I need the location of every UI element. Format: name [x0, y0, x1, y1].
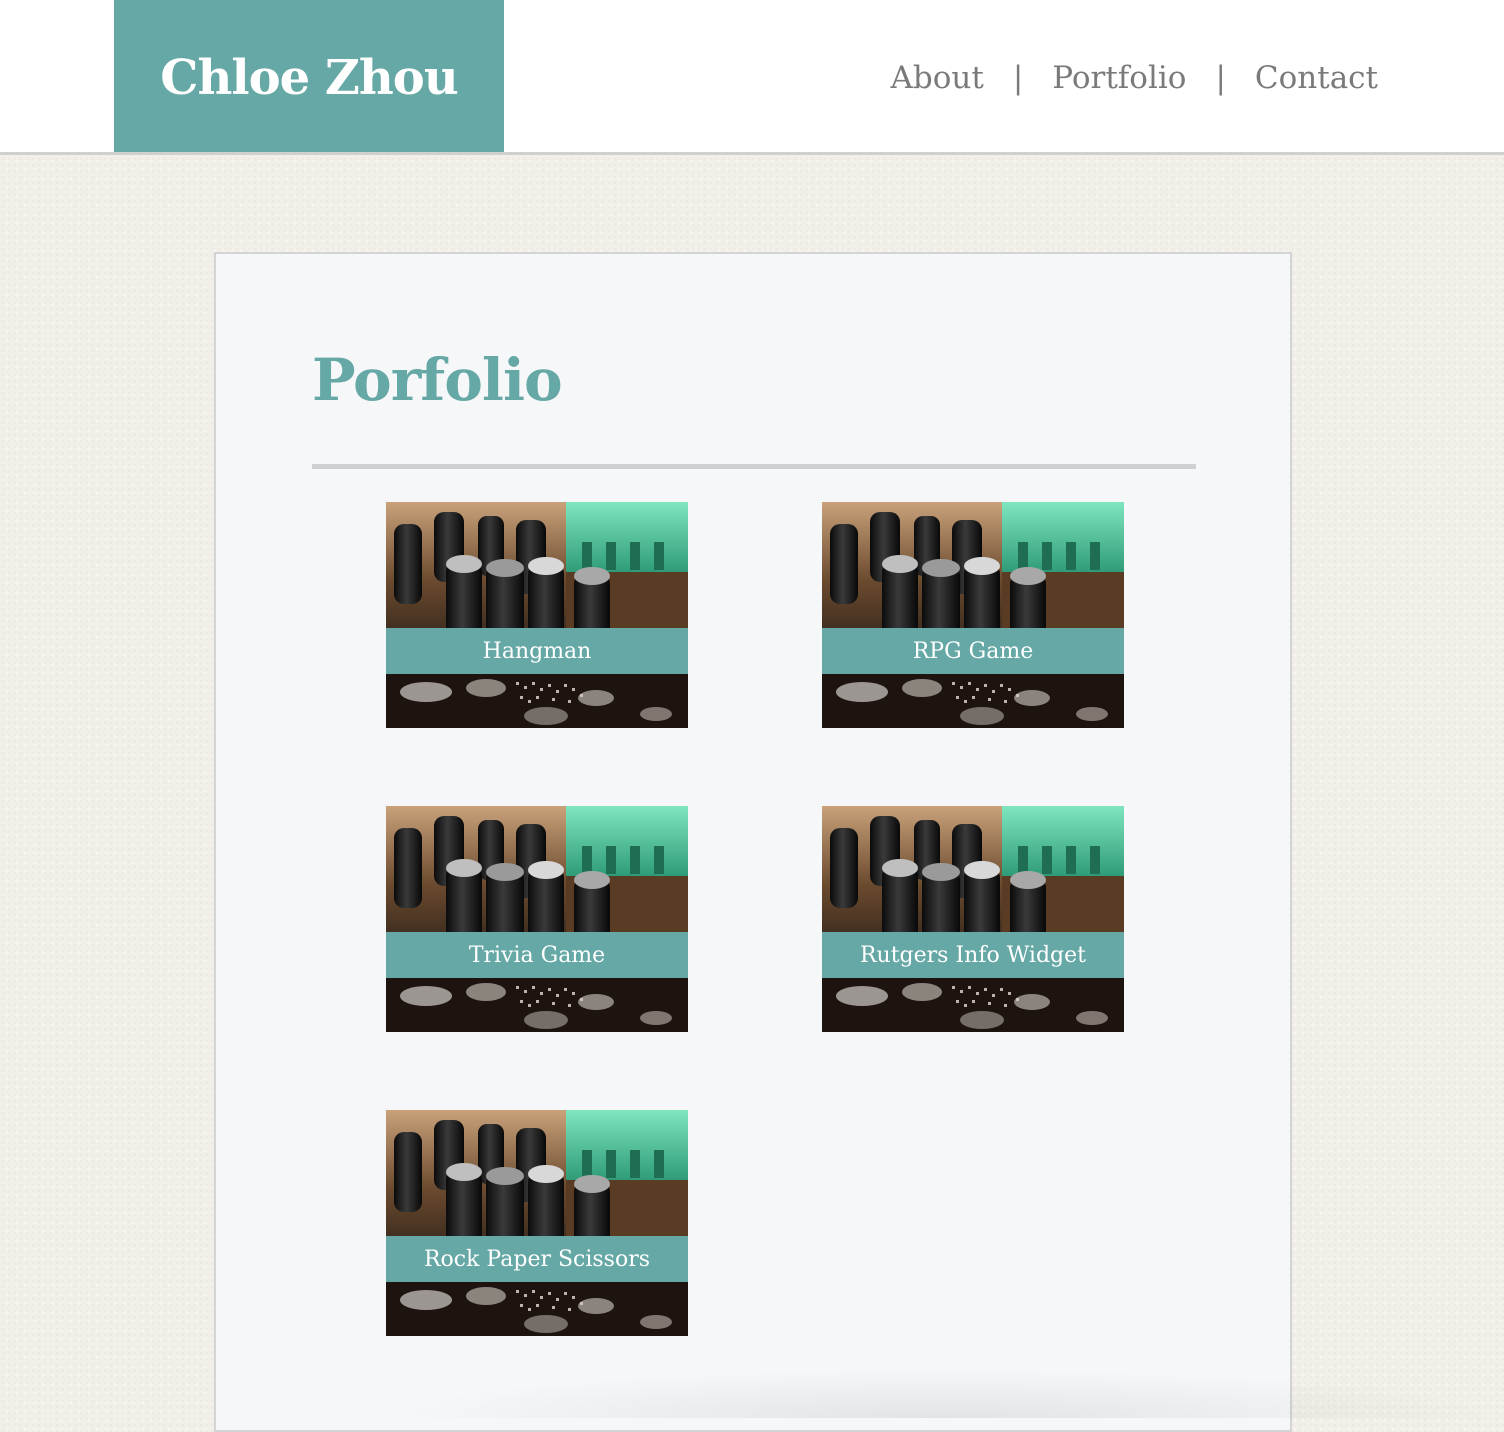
project-tile-rock-paper-scissors[interactable]: Rock Paper Scissors — [386, 1110, 688, 1336]
site-header: Chloe Zhou About | Portfolio | Contact — [0, 0, 1504, 155]
main-nav: About | Portfolio | Contact — [890, 60, 1378, 96]
nav-link-contact[interactable]: Contact — [1255, 60, 1378, 96]
nav-separator: | — [1012, 60, 1024, 96]
project-thumbnail-image — [822, 806, 1124, 1032]
project-tile-label[interactable]: Rock Paper Scissors — [386, 1236, 688, 1282]
project-tile-trivia-game[interactable]: Trivia Game — [386, 806, 688, 1032]
project-thumbnail-image — [386, 1110, 688, 1336]
project-tile-label[interactable]: Rutgers Info Widget — [822, 932, 1124, 978]
project-tile-label[interactable]: RPG Game — [822, 628, 1124, 674]
project-tile-label[interactable]: Trivia Game — [386, 932, 688, 978]
nav-link-portfolio[interactable]: Portfolio — [1052, 60, 1186, 96]
project-tile-rpg-game[interactable]: RPG Game — [822, 502, 1124, 728]
nav-link-about[interactable]: About — [890, 60, 983, 96]
nav-separator: | — [1215, 60, 1226, 96]
page-title: Porfolio — [312, 346, 563, 414]
brand-name[interactable]: Chloe Zhou — [160, 50, 458, 106]
title-divider — [312, 464, 1196, 469]
project-thumbnail-image — [386, 502, 688, 728]
project-tile-hangman[interactable]: Hangman — [386, 502, 688, 728]
project-tile-rutgers-info-widget[interactable]: Rutgers Info Widget — [822, 806, 1124, 1032]
project-tile-label[interactable]: Hangman — [386, 628, 688, 674]
brand-logo-block[interactable]: Chloe Zhou — [114, 0, 504, 152]
project-thumbnail-image — [822, 502, 1124, 728]
project-thumbnail-image — [386, 806, 688, 1032]
portfolio-card: Porfolio Hangman RPG Game Trivia Game Ru… — [214, 252, 1292, 1432]
